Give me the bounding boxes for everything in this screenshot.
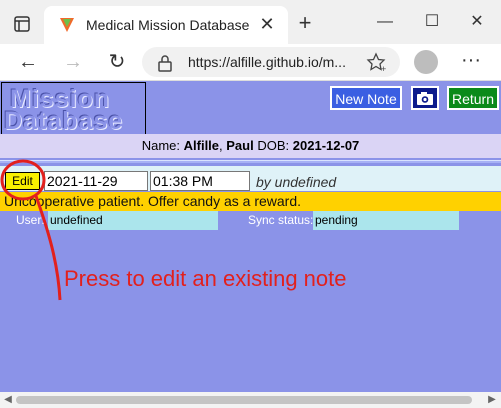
annotation-text: Press to edit an existing note [64,266,347,291]
app-logo[interactable]: Mission Database [1,82,146,135]
patient-header: Name: Alfille, Paul DOB: 2021-12-07 [0,134,501,158]
tab-close-icon[interactable]: ✕ [256,13,278,35]
note-author: by undefined [256,174,337,190]
browser-tab[interactable]: Medical Mission Database ✕ [44,6,288,44]
user-value: undefined [48,211,218,230]
app-page: Mission Database New Note Return Name: A… [0,81,501,408]
forward-icon[interactable]: → [60,49,86,75]
dob-label: DOB: [257,138,290,153]
profile-avatar[interactable] [414,50,438,74]
camera-icon [417,92,433,105]
return-button[interactable]: Return [447,86,499,110]
maximize-icon[interactable]: ☐ [417,11,447,33]
note-text[interactable]: Uncooperative patient. Offer candy as a … [0,192,501,211]
user-label: User: [16,213,45,227]
note-meta-row: User: undefined Sync status: pending [0,211,501,230]
patient-first-name: Paul [226,138,254,153]
sync-status-value: pending [313,211,459,230]
new-tab-button[interactable]: + [292,11,318,37]
lock-icon[interactable] [156,54,174,72]
edit-note-button[interactable]: Edit [5,172,40,190]
tab-actions-button[interactable] [0,6,44,44]
back-icon[interactable]: ← [15,49,41,75]
divider [0,160,501,163]
url-text[interactable]: https://alfille.github.io/m... [188,54,346,70]
tab-actions-icon [14,16,30,32]
note-date-field[interactable]: 2021-11-29 [44,171,148,191]
add-favorite-icon[interactable]: + [366,51,388,73]
patient-dob: 2021-12-07 [292,138,360,153]
browser-titlebar: Medical Mission Database ✕ + — ☐ ✕ [0,0,501,44]
sync-status-label: Sync status: [248,213,314,227]
browser-toolbar: ← → ↻ https://alfille.github.io/m... + ·… [0,44,501,81]
address-bar[interactable]: https://alfille.github.io/m... + [142,47,400,77]
name-label: Name: [141,138,180,153]
reload-icon[interactable]: ↻ [104,49,130,75]
scroll-right-icon[interactable]: ▶ [486,394,498,406]
note-header-row: Edit 2021-11-29 01:38 PM by undefined [0,166,501,191]
horizontal-scrollbar[interactable]: ◀ ▶ [0,392,501,408]
tab-title: Medical Mission Database [86,17,250,33]
new-note-button[interactable]: New Note [330,86,402,110]
scroll-thumb[interactable] [16,396,472,404]
close-window-icon[interactable]: ✕ [462,11,492,33]
svg-text:+: + [381,64,386,73]
app-favicon-icon [60,18,74,32]
patient-last-name: Alfille [183,138,220,153]
camera-button[interactable] [411,86,439,110]
minimize-icon[interactable]: — [370,11,400,33]
more-menu-icon[interactable]: ··· [458,49,484,75]
scroll-left-icon[interactable]: ◀ [2,394,14,406]
logo-line-2: Database [4,107,124,135]
note-time-field[interactable]: 01:38 PM [150,171,250,191]
